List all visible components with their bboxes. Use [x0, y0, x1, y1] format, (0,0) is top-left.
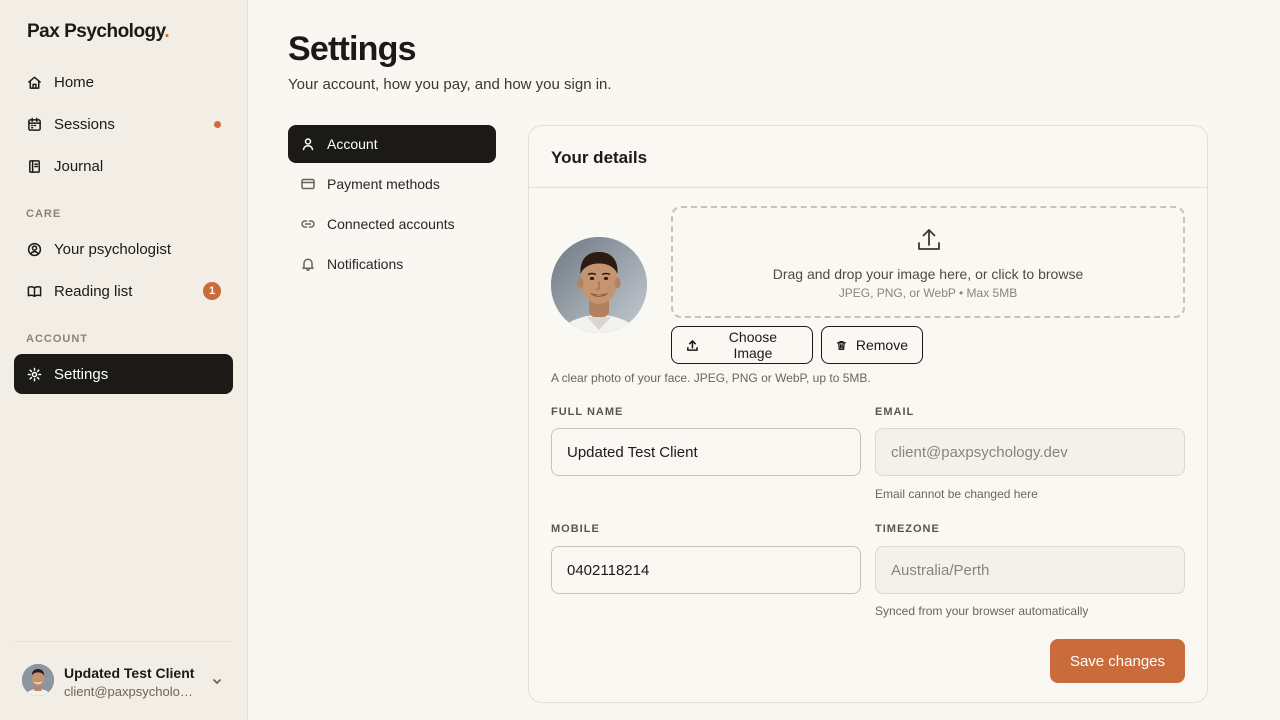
trash-icon	[836, 340, 846, 350]
sidebar-item-journal[interactable]: Journal	[14, 146, 233, 186]
chevron-down-icon[interactable]	[210, 674, 224, 688]
sidebar-item-your-psychologist[interactable]: Your psychologist	[14, 229, 233, 269]
email-field[interactable]	[875, 428, 1185, 476]
section-label-account: ACCOUNT	[26, 333, 88, 345]
sidebar-item-sessions[interactable]: Sessions	[14, 104, 233, 144]
upload-icon	[915, 226, 943, 254]
card-title: Your details	[551, 148, 648, 167]
book-open-icon	[26, 283, 42, 299]
page-title: Settings	[288, 30, 417, 68]
sidebar: Pax Psychology. Home Sessions Journal CA…	[0, 0, 248, 720]
full-name-input[interactable]	[551, 428, 861, 476]
user-circle-icon	[26, 241, 42, 257]
link-icon	[301, 217, 315, 231]
button-label: Remove	[855, 337, 908, 353]
card-header: Your details	[529, 126, 1207, 188]
tab-label: Connected accounts	[327, 216, 455, 232]
sidebar-item-settings[interactable]: Settings	[14, 354, 233, 394]
save-changes-button[interactable]: Save changes	[1050, 639, 1185, 683]
sidebar-item-reading-list[interactable]: Reading list 1	[14, 271, 233, 311]
avatar	[22, 664, 54, 696]
photo-hint: A clear photo of your face. JPEG, PNG or…	[551, 371, 871, 385]
bell-icon	[301, 257, 315, 271]
profile-photo	[551, 237, 647, 333]
full-name-label: FULL NAME	[551, 406, 624, 418]
sidebar-item-label: Sessions	[54, 115, 115, 133]
brand-logo[interactable]: Pax Psychology.	[27, 21, 170, 43]
sidebar-item-label: Settings	[54, 365, 109, 383]
section-label-care: CARE	[26, 208, 62, 220]
tab-notifications[interactable]: Notifications	[288, 245, 496, 283]
sidebar-item-home[interactable]: Home	[14, 62, 233, 102]
remove-image-button[interactable]: Remove	[821, 326, 923, 364]
tab-account[interactable]: Account	[288, 125, 496, 163]
brand-name: Pax Psychology	[27, 21, 165, 42]
tab-connected-accounts[interactable]: Connected accounts	[288, 205, 496, 243]
button-label: Choose Image	[728, 329, 778, 361]
count-badge: 1	[203, 282, 221, 300]
tab-payment-methods[interactable]: Payment methods	[288, 165, 496, 203]
timezone-help-text: Synced from your browser automatically	[875, 604, 1089, 618]
choose-image-button[interactable]: Choose Image	[671, 326, 813, 364]
sidebar-item-label: Journal	[54, 157, 104, 175]
timezone-field[interactable]	[875, 546, 1185, 594]
credit-card-icon	[301, 177, 315, 191]
tab-label: Notifications	[327, 256, 404, 272]
sidebar-item-label: Reading list	[54, 282, 133, 300]
brand-dot: .	[164, 21, 170, 42]
user-name: Updated Test Client	[64, 665, 195, 681]
notebook-icon	[26, 158, 42, 174]
tab-label: Payment methods	[327, 176, 440, 192]
dropzone-instructions: Drag and drop your image here, or click …	[772, 266, 1084, 282]
mobile-label: MOBILE	[551, 523, 600, 535]
dropzone-formats: JPEG, PNG, or WebP • Max 5MB	[838, 286, 1018, 300]
sidebar-item-label: Home	[54, 73, 95, 91]
mobile-input[interactable]	[551, 546, 861, 594]
email-help-text: Email cannot be changed here	[875, 487, 1038, 501]
home-icon	[26, 74, 42, 90]
tab-label: Account	[327, 136, 378, 152]
timezone-label: TIMEZONE	[875, 523, 940, 535]
user-email: client@paxpsychology.dev	[64, 684, 199, 699]
notification-dot	[214, 121, 221, 128]
details-card: Your details Drag and drop your image he…	[528, 125, 1208, 703]
user-icon	[301, 137, 315, 151]
gear-icon	[26, 366, 42, 382]
user-menu[interactable]: Updated Test Client client@paxpsychology…	[14, 641, 233, 720]
upload-icon	[687, 339, 698, 351]
sidebar-item-label: Your psychologist	[54, 240, 172, 258]
calendar-icon	[26, 116, 42, 132]
page-subtitle: Your account, how you pay, and how you s…	[288, 76, 612, 93]
image-dropzone[interactable]: Drag and drop your image here, or click …	[671, 206, 1185, 318]
email-label: EMAIL	[875, 406, 915, 418]
